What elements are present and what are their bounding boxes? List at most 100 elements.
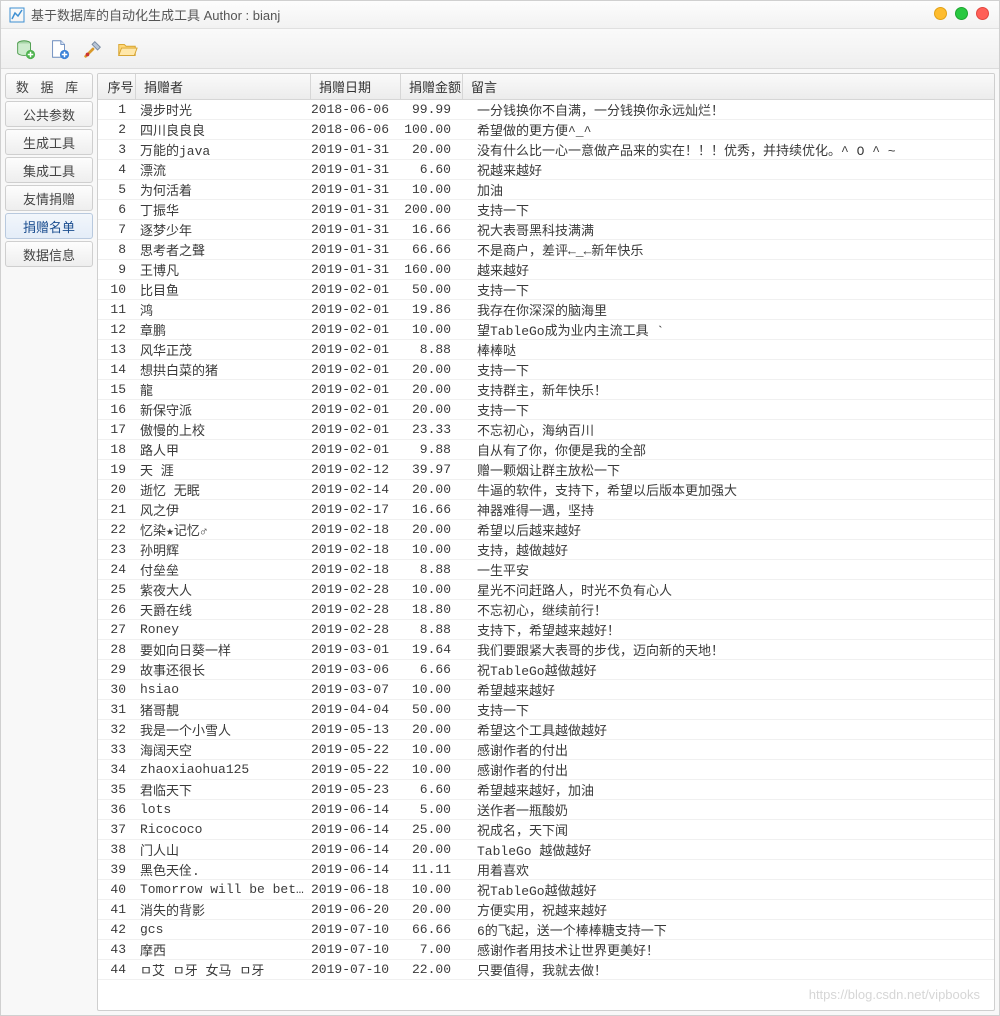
cell-message: 支持一下 <box>463 700 994 719</box>
open-folder-button[interactable] <box>113 35 141 63</box>
table-row[interactable]: 3万能的java2019-01-3120.00没有什么比一心一意做产品来的实在！… <box>98 140 994 160</box>
tools-button[interactable] <box>79 35 107 63</box>
cell-message: 牛逼的软件，支持下，希望以后版本更加强大 <box>463 480 994 499</box>
sidebar-tab-database[interactable]: 数 据 库 <box>5 73 93 99</box>
table-row[interactable]: 32我是一个小雪人2019-05-1320.00希望这个工具越做越好 <box>98 720 994 740</box>
sidebar-tab-donor-list[interactable]: 捐赠名单 <box>5 213 93 239</box>
table-row[interactable]: 25紫夜大人2019-02-2810.00星光不问赶路人，时光不负有心人 <box>98 580 994 600</box>
table-row[interactable]: 4漂流2019-01-316.60祝越来越好 <box>98 160 994 180</box>
table-row[interactable]: 34zhaoxiaohua1252019-05-2210.00感谢作者的付出 <box>98 760 994 780</box>
cell-date: 2019-02-17 <box>311 502 401 517</box>
table-row[interactable]: 30hsiao2019-03-0710.00希望越来越好 <box>98 680 994 700</box>
col-message[interactable]: 留言 <box>463 74 994 99</box>
cell-index: 10 <box>98 282 136 297</box>
close-button[interactable] <box>976 7 989 20</box>
new-db-button[interactable] <box>11 35 39 63</box>
cell-date: 2019-02-28 <box>311 582 401 597</box>
table-row[interactable]: 44ㅁ艾 ㅁ牙 女马 ㅁ牙2019-07-1022.00只要值得，我就去做！ <box>98 960 994 980</box>
cell-donor: 万能的java <box>136 140 311 159</box>
cell-donor: 风之伊 <box>136 500 311 519</box>
sidebar-tab-integration[interactable]: 集成工具 <box>5 157 93 183</box>
cell-amount: 100.00 <box>401 122 463 137</box>
table-row[interactable]: 42gcs2019-07-1066.666的飞起，送一个棒棒糖支持一下 <box>98 920 994 940</box>
cell-date: 2019-02-18 <box>311 522 401 537</box>
col-donor[interactable]: 捐赠者 <box>136 74 311 99</box>
cell-message: 支持一下 <box>463 200 994 219</box>
table-row[interactable]: 7逐梦少年2019-01-3116.66祝大表哥黑科技满满 <box>98 220 994 240</box>
cell-date: 2019-03-06 <box>311 662 401 677</box>
table-row[interactable]: 28要如向日葵一样2019-03-0119.64我们要跟紧大表哥的步伐，迈向新的… <box>98 640 994 660</box>
cell-amount: 10.00 <box>401 682 463 697</box>
sidebar-tab-data-info[interactable]: 数据信息 <box>5 241 93 267</box>
maximize-button[interactable] <box>955 7 968 20</box>
table-row[interactable]: 16新保守派2019-02-0120.00支持一下 <box>98 400 994 420</box>
cell-amount: 19.64 <box>401 642 463 657</box>
table-row[interactable]: 38门人山2019-06-1420.00TableGo 越做越好 <box>98 840 994 860</box>
window-title: 基于数据库的自动化生成工具 Author : bianj <box>31 5 280 24</box>
cell-date: 2019-06-14 <box>311 862 401 877</box>
col-date[interactable]: 捐赠日期 <box>311 74 401 99</box>
table-row[interactable]: 19天 涯2019-02-1239.97赠一颗烟让群主放松一下 <box>98 460 994 480</box>
col-amount[interactable]: 捐赠金额 <box>401 74 463 99</box>
table-row[interactable]: 2四川良良良2018-06-06100.00希望做的更方便^_^ <box>98 120 994 140</box>
table-row[interactable]: 21风之伊2019-02-1716.66神器难得一遇，坚持 <box>98 500 994 520</box>
cell-date: 2019-06-20 <box>311 902 401 917</box>
table-row[interactable]: 27Roney2019-02-288.88支持下，希望越来越好！ <box>98 620 994 640</box>
table-row[interactable]: 13风华正茂2019-02-018.88棒棒哒 <box>98 340 994 360</box>
table-row[interactable]: 39黑色天佺.2019-06-1411.11用着喜欢 <box>98 860 994 880</box>
table-row[interactable]: 33海阔天空2019-05-2210.00感谢作者的付出 <box>98 740 994 760</box>
cell-date: 2019-06-14 <box>311 822 401 837</box>
cell-donor: 君临天下 <box>136 780 311 799</box>
grid-header: 序号 捐赠者 捐赠日期 捐赠金额 留言 <box>98 74 994 100</box>
table-row[interactable]: 12章鹏2019-02-0110.00望TableGo成为业内主流工具 ` <box>98 320 994 340</box>
table-row[interactable]: 8思考者之聲2019-01-3166.66不是商户，差评←_←新年快乐 <box>98 240 994 260</box>
cell-index: 33 <box>98 742 136 757</box>
table-row[interactable]: 14想拱白菜的猪2019-02-0120.00支持一下 <box>98 360 994 380</box>
new-file-button[interactable] <box>45 35 73 63</box>
cell-message: 祝成名，天下闻 <box>463 820 994 839</box>
table-row[interactable]: 9王博凡2019-01-31160.00越来越好 <box>98 260 994 280</box>
cell-date: 2019-06-18 <box>311 882 401 897</box>
cell-date: 2019-05-22 <box>311 762 401 777</box>
table-row[interactable]: 35君临天下2019-05-236.60希望越来越好，加油 <box>98 780 994 800</box>
table-row[interactable]: 15龍2019-02-0120.00支持群主，新年快乐！ <box>98 380 994 400</box>
cell-amount: 8.88 <box>401 622 463 637</box>
col-index[interactable]: 序号 <box>98 74 136 99</box>
table-row[interactable]: 17傲慢的上校2019-02-0123.33不忘初心，海纳百川 <box>98 420 994 440</box>
minimize-button[interactable] <box>934 7 947 20</box>
table-row[interactable]: 5为何活着2019-01-3110.00加油 <box>98 180 994 200</box>
table-row[interactable]: 1漫步时光2018-06-0699.99一分钱换你不自满，一分钱换你永远灿烂！ <box>98 100 994 120</box>
table-row[interactable]: 41消失的背影2019-06-2020.00方便实用，祝越来越好 <box>98 900 994 920</box>
sidebar-tab-public-params[interactable]: 公共参数 <box>5 101 93 127</box>
cell-donor: 忆染★记忆♂ <box>136 520 311 539</box>
cell-message: 支持一下 <box>463 400 994 419</box>
table-row[interactable]: 26天爵在线2019-02-2818.80不忘初心，继续前行！ <box>98 600 994 620</box>
table-row[interactable]: 20逝忆 无眠2019-02-1420.00牛逼的软件，支持下，希望以后版本更加… <box>98 480 994 500</box>
table-row[interactable]: 40Tomorrow will be better2019-06-1810.00… <box>98 880 994 900</box>
cell-index: 20 <box>98 482 136 497</box>
cell-index: 15 <box>98 382 136 397</box>
cell-donor: 丁振华 <box>136 200 311 219</box>
table-row[interactable]: 43摩西2019-07-107.00感谢作者用技术让世界更美好！ <box>98 940 994 960</box>
table-row[interactable]: 23孙明辉2019-02-1810.00支持，越做越好 <box>98 540 994 560</box>
cell-donor: lots <box>136 802 311 817</box>
table-row[interactable]: 36lots2019-06-145.00送作者一瓶酸奶 <box>98 800 994 820</box>
table-row[interactable]: 11鸿2019-02-0119.86我存在你深深的脑海里 <box>98 300 994 320</box>
table-row[interactable]: 37Ricococo2019-06-1425.00祝成名，天下闻 <box>98 820 994 840</box>
sidebar-tab-donate[interactable]: 友情捐赠 <box>5 185 93 211</box>
table-row[interactable]: 22忆染★记忆♂2019-02-1820.00希望以后越来越好 <box>98 520 994 540</box>
sidebar-tab-gen-tools[interactable]: 生成工具 <box>5 129 93 155</box>
table-row[interactable]: 29故事还很长2019-03-066.66祝TableGo越做越好 <box>98 660 994 680</box>
cell-amount: 8.88 <box>401 562 463 577</box>
table-row[interactable]: 10比目鱼2019-02-0150.00支持一下 <box>98 280 994 300</box>
table-row[interactable]: 18路人甲2019-02-019.88自从有了你，你便是我的全部 <box>98 440 994 460</box>
table-row[interactable]: 31猪哥靚2019-04-0450.00支持一下 <box>98 700 994 720</box>
cell-index: 38 <box>98 842 136 857</box>
table-row[interactable]: 24付垒垒2019-02-188.88一生平安 <box>98 560 994 580</box>
table-row[interactable]: 6丁振华2019-01-31200.00支持一下 <box>98 200 994 220</box>
cell-donor: 门人山 <box>136 840 311 859</box>
cell-message: 用着喜欢 <box>463 860 994 879</box>
window-controls <box>934 7 989 20</box>
cell-message: 自从有了你，你便是我的全部 <box>463 440 994 459</box>
grid-body[interactable]: 1漫步时光2018-06-0699.99一分钱换你不自满，一分钱换你永远灿烂！2… <box>98 100 994 1010</box>
